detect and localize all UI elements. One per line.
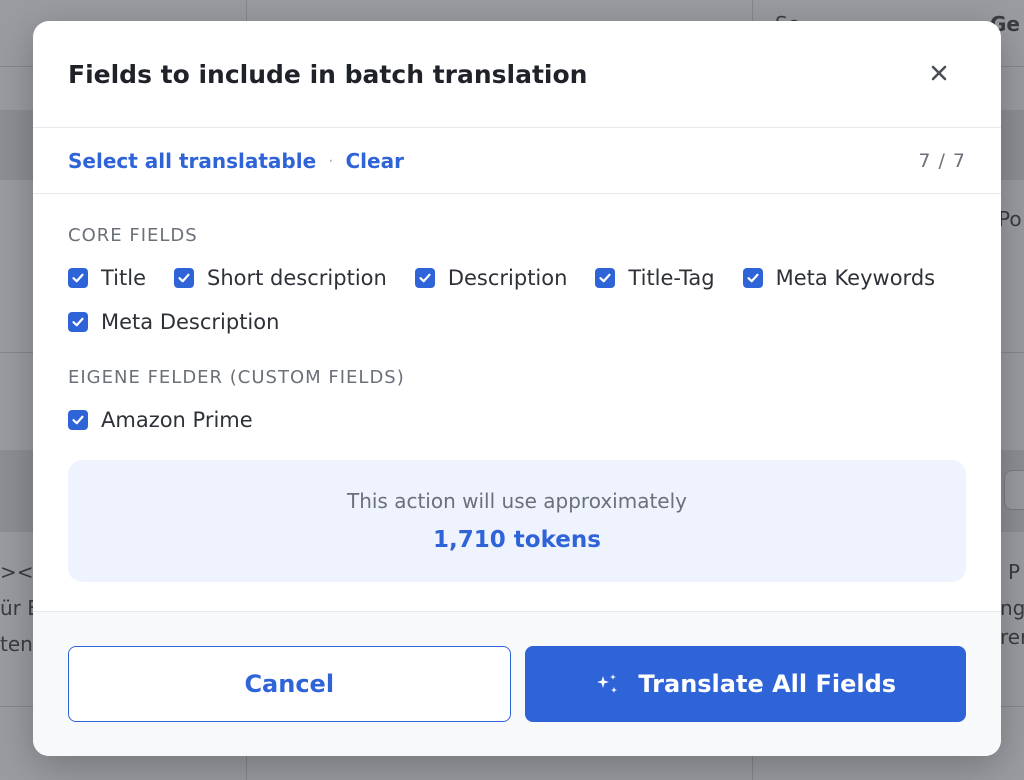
field-label: Title-Tag — [628, 266, 715, 290]
field-label: Description — [447, 266, 568, 290]
background-text: ng — [1000, 596, 1024, 620]
close-icon — [931, 65, 947, 84]
selected-count: 7 / 7 — [918, 149, 966, 172]
section-title-custom-fields: EIGENE FELDER (CUSTOM FIELDS) — [68, 367, 405, 388]
cancel-button[interactable]: Cancel — [68, 646, 511, 722]
core-fields-list: Title Short description Description Titl… — [68, 256, 966, 344]
select-all-translatable-button[interactable]: Select all translatable — [68, 149, 316, 173]
close-button[interactable] — [925, 60, 953, 88]
field-option-meta-description[interactable]: Meta Description — [68, 300, 279, 344]
background-text: Po — [998, 207, 1022, 231]
field-label: Meta Description — [101, 310, 280, 334]
batch-translation-dialog: Fields to include in batch translation S… — [33, 21, 1001, 756]
checkbox-checked-icon[interactable] — [742, 268, 763, 288]
clear-selection-button[interactable]: Clear — [345, 149, 403, 173]
field-option-title-tag[interactable]: Title-Tag — [595, 256, 715, 300]
field-label: Meta Keywords — [775, 266, 936, 290]
toolbar-separator: · — [328, 151, 334, 169]
field-label: Title — [101, 266, 147, 290]
dialog-body: CORE FIELDS Title Short description Desc… — [33, 194, 1001, 582]
token-estimate-caption: This action will use approximately — [346, 489, 687, 513]
field-option-meta-keywords[interactable]: Meta Keywords — [742, 256, 936, 300]
checkbox-checked-icon[interactable] — [68, 312, 88, 332]
field-option-amazon-prime[interactable]: Amazon Prime — [68, 398, 253, 442]
selection-toolbar: Select all translatable · Clear 7 / 7 — [33, 128, 1001, 194]
dialog-title: Fields to include in batch translation — [68, 59, 588, 89]
checkbox-checked-icon[interactable] — [174, 268, 195, 288]
checkbox-checked-icon[interactable] — [595, 268, 616, 288]
dialog-header: Fields to include in batch translation — [33, 21, 1001, 128]
checkbox-checked-icon[interactable] — [68, 410, 88, 430]
sparkle-icon — [594, 672, 620, 696]
field-option-description[interactable]: Description — [414, 256, 568, 300]
dialog-footer: Cancel Translate All Fields — [33, 611, 1001, 756]
custom-fields-list: Amazon Prime — [68, 398, 966, 442]
background-chip — [1004, 470, 1024, 510]
field-label: Short description — [207, 266, 387, 290]
checkbox-checked-icon[interactable] — [68, 268, 88, 288]
translate-all-fields-button[interactable]: Translate All Fields — [524, 646, 966, 722]
background-text: rer — [1000, 625, 1024, 649]
token-estimate-value: 1,710 tokens — [433, 527, 601, 553]
field-option-title[interactable]: Title — [68, 256, 146, 300]
field-option-short-description[interactable]: Short description — [174, 256, 387, 300]
checkbox-checked-icon[interactable] — [414, 268, 435, 288]
translate-all-fields-label: Translate All Fields — [638, 670, 897, 698]
background-text: P — [1008, 560, 1021, 584]
field-label: Amazon Prime — [101, 408, 253, 432]
section-title-core-fields: CORE FIELDS — [68, 225, 198, 246]
token-estimate-box: This action will use approximately 1,710… — [68, 460, 966, 582]
background-text: ten — [0, 632, 33, 656]
